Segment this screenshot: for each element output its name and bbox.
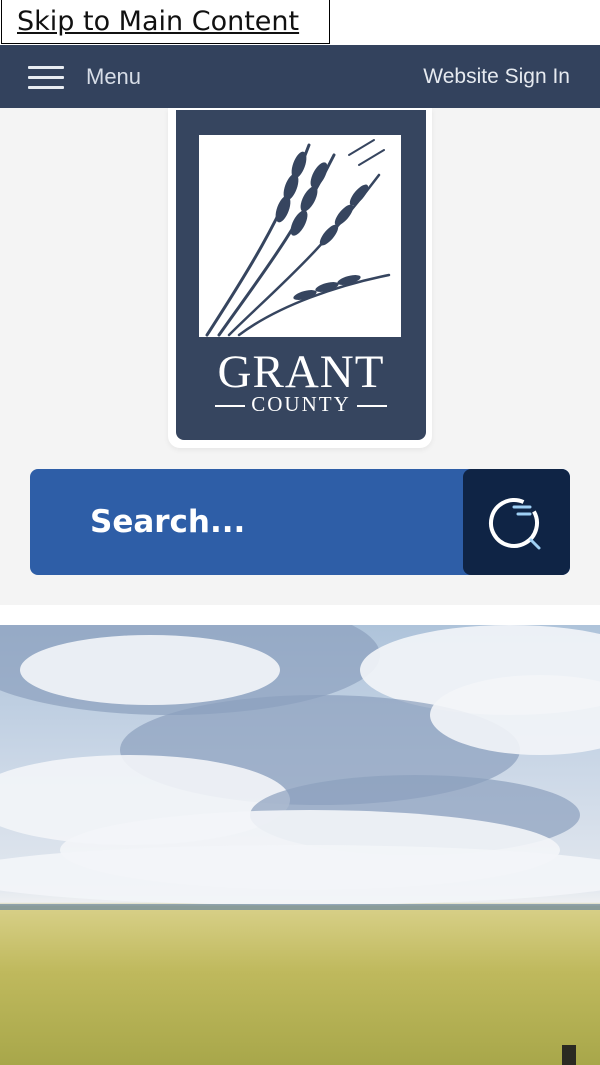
search-button[interactable]	[463, 469, 570, 575]
search-icon[interactable]	[487, 494, 545, 552]
menu-button[interactable]: Menu	[28, 45, 141, 108]
logo-title-county: COUNTY	[176, 392, 426, 417]
search-box: Search...	[30, 469, 570, 575]
grant-county-logo[interactable]: GRANT COUNTY	[176, 110, 426, 440]
search-input[interactable]: Search...	[90, 469, 245, 575]
logo-title-grant: GRANT	[217, 346, 385, 398]
skip-to-main-content-link[interactable]: Skip to Main Content	[1, 0, 330, 44]
logo-container: GRANT COUNTY	[168, 108, 432, 448]
website-sign-in-link[interactable]: Website Sign In	[423, 45, 570, 108]
skip-bar: Skip to Main Content	[0, 0, 600, 45]
content-divider	[0, 605, 600, 625]
top-navigation-bar: Menu Website Sign In	[0, 45, 600, 108]
hamburger-icon[interactable]	[28, 64, 64, 90]
menu-label[interactable]: Menu	[86, 64, 141, 90]
wheat-icon	[199, 135, 401, 337]
prairie-landscape-image	[0, 625, 600, 1065]
